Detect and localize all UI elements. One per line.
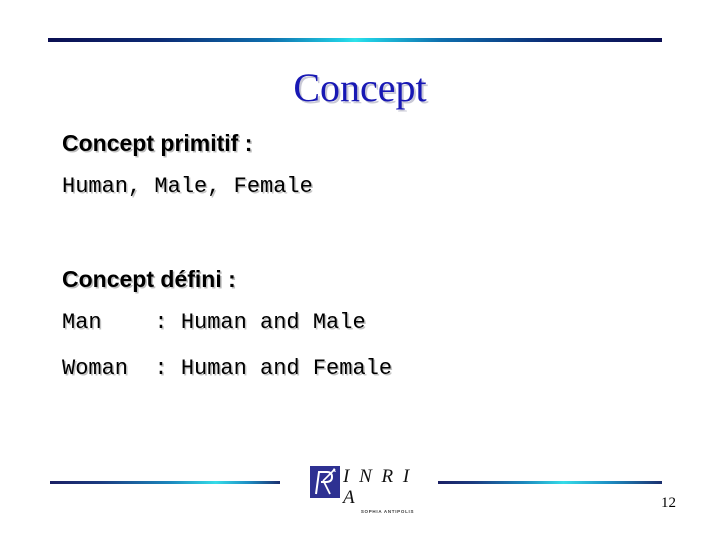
inria-logo-name: I N R I A (343, 466, 412, 508)
footer-divider-left (50, 481, 280, 484)
section-defined-concept: Concept défini : Man : Human and Male Wo… (62, 264, 682, 384)
header-divider (48, 38, 662, 42)
inria-logo-subtitle: SOPHIA ANTIPOLIS (360, 509, 415, 514)
footer-divider-right (438, 481, 662, 484)
slide: Concept Concept primitif : Human, Male, … (0, 0, 720, 540)
section-heading-primitive: Concept primitif : (62, 130, 253, 156)
slide-body: Concept primitif : Human, Male, Female C… (62, 128, 682, 384)
page-number: 12 (661, 495, 676, 511)
section-primitive-concept: Concept primitif : Human, Male, Female (62, 128, 682, 202)
inria-r-logo-icon (310, 466, 340, 498)
primitive-concept-line-1: Human, Male, Female (62, 174, 313, 199)
inria-logo: I N R I A SOPHIA ANTIPOLIS (310, 466, 432, 514)
slide-title: Concept (293, 65, 427, 110)
inria-wordmark: I N R I A SOPHIA ANTIPOLIS (343, 466, 432, 515)
defined-concept-line-2: Woman : Human and Female (62, 356, 393, 381)
section-heading-defined: Concept défini : (62, 266, 236, 292)
defined-concept-line-1: Man : Human and Male (62, 310, 366, 335)
